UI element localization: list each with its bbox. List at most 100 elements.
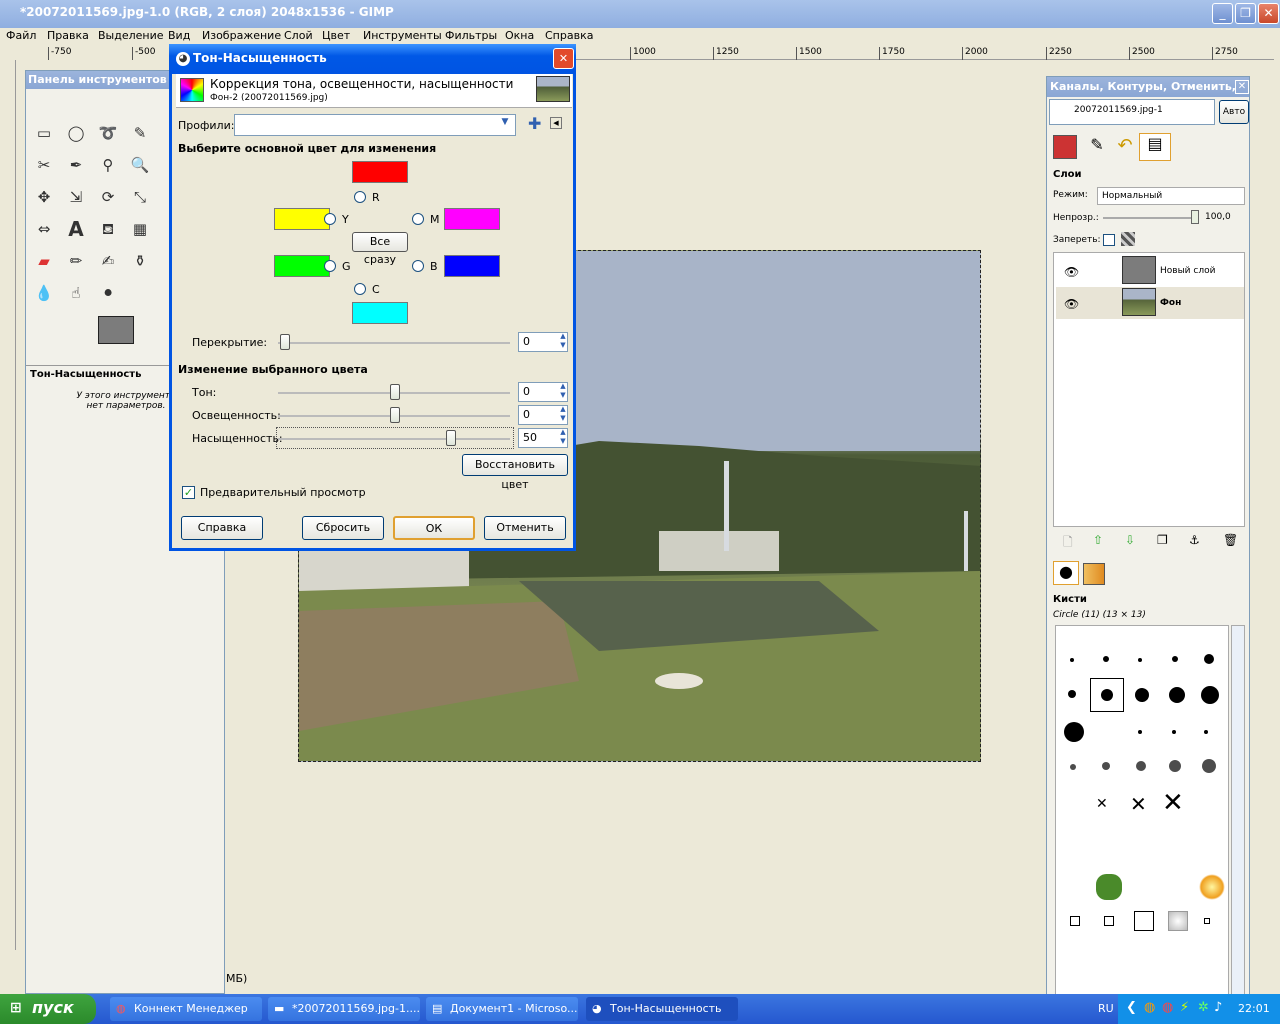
zoom-icon[interactable]: 🔍 [128, 153, 152, 177]
lock-checkbox[interactable] [1103, 234, 1115, 246]
red-label[interactable]: R [372, 191, 380, 204]
brush-item[interactable] [1096, 874, 1122, 900]
layer-row[interactable]: 👁 Фон [1056, 287, 1244, 319]
profile-menu-icon[interactable]: ◀ [550, 117, 562, 129]
paths-icon[interactable]: ✒ [64, 153, 88, 177]
scale-icon[interactable]: ⤡ [128, 185, 152, 209]
raise-layer-icon[interactable]: ⇧ [1093, 533, 1103, 547]
profiles-combobox[interactable]: ▼ [234, 114, 516, 136]
eraser-icon[interactable]: ▰ [32, 249, 56, 273]
brush-item[interactable] [1168, 911, 1188, 931]
brush-item[interactable] [1204, 654, 1214, 664]
brush-item[interactable] [1172, 730, 1176, 734]
brush-item[interactable] [1138, 658, 1142, 662]
brush-item[interactable] [1204, 918, 1210, 924]
add-profile-icon[interactable]: ✚ [528, 114, 541, 133]
menu-filters[interactable]: Фильтры [445, 29, 497, 42]
lightness-slider-knob[interactable] [390, 407, 400, 423]
paths-tab-icon[interactable]: ✎ [1085, 135, 1109, 159]
tray-volume-icon[interactable]: ♪ [1214, 1000, 1222, 1015]
rect-select-icon[interactable]: ▭ [32, 121, 56, 145]
blur-icon[interactable]: 💧 [32, 281, 56, 305]
menu-windows[interactable]: Окна [505, 29, 534, 42]
brush-item[interactable] [1138, 730, 1142, 734]
lock-alpha-icon[interactable] [1121, 232, 1135, 246]
brushes-tab-icon[interactable]: ● [1053, 561, 1079, 585]
gradient-icon[interactable]: ▦ [128, 217, 152, 241]
overlap-slider-knob[interactable] [280, 334, 290, 350]
menu-file[interactable]: Файл [6, 29, 36, 42]
brush-item[interactable] [1201, 686, 1219, 704]
magenta-radio[interactable] [412, 213, 424, 225]
spin-arrows-icon[interactable]: ▲ ▼ [558, 428, 568, 448]
tray-power-icon[interactable]: ⚡ [1180, 1000, 1189, 1015]
brush-scrollbar[interactable] [1231, 625, 1245, 995]
minimize-button[interactable]: _ [1212, 3, 1233, 24]
brush-item[interactable] [1103, 656, 1109, 662]
auto-button[interactable]: Авто [1219, 100, 1249, 124]
brush-item[interactable]: ✕ [1130, 792, 1147, 816]
channels-tab-icon[interactable]: ▤ [1139, 133, 1171, 161]
brush-item[interactable]: ✕ [1162, 788, 1184, 818]
overlap-slider[interactable] [278, 342, 510, 344]
menu-layer[interactable]: Слой [284, 29, 313, 42]
task-button-active[interactable]: ◕ Тон-Насыщенность [586, 997, 738, 1021]
brush-item[interactable]: ✕ [1096, 796, 1108, 812]
maximize-button[interactable]: ❐ [1235, 3, 1256, 24]
text-tool-icon[interactable]: A [64, 217, 88, 241]
yellow-label[interactable]: Y [342, 213, 349, 226]
brush-item[interactable] [1070, 916, 1080, 926]
yellow-radio[interactable] [324, 213, 336, 225]
help-button[interactable]: Справка [181, 516, 263, 540]
saturation-slider-knob[interactable] [446, 430, 456, 446]
task-button[interactable]: ▤ Документ1 - Microso... [426, 997, 578, 1021]
reset-button[interactable]: Сбросить [302, 516, 384, 540]
bucket-fill-icon[interactable]: ⛾ [96, 217, 120, 241]
image-select[interactable]: 20072011569.jpg-1 [1049, 99, 1215, 125]
color-picker-icon[interactable]: ⚲ [96, 153, 120, 177]
menu-help[interactable]: Справка [545, 29, 593, 42]
menu-colors[interactable]: Цвет [322, 29, 350, 42]
brush-item[interactable] [1068, 690, 1076, 698]
flip-icon[interactable]: ⇔ [32, 217, 56, 241]
close-button[interactable]: ✕ [1258, 3, 1279, 24]
tray-arrow-icon[interactable]: ❮ [1126, 1000, 1137, 1015]
brush-item[interactable] [1102, 762, 1110, 770]
move-icon[interactable]: ✥ [32, 185, 56, 209]
layer-row[interactable]: 👁 Новый слой [1056, 255, 1244, 287]
blue-radio[interactable] [412, 260, 424, 272]
all-colors-button[interactable]: Все сразу [352, 232, 408, 266]
brush-grid[interactable]: ✕ ✕ ✕ [1055, 625, 1229, 995]
start-button[interactable]: ⊞ пуск [0, 994, 96, 1024]
green-radio[interactable] [324, 260, 336, 272]
magenta-label[interactable]: M [430, 213, 440, 226]
scissors-select-icon[interactable]: ✂ [32, 153, 56, 177]
eye-icon[interactable]: 👁 [1064, 265, 1079, 279]
spin-arrows-icon[interactable]: ▲ ▼ [558, 405, 568, 425]
brush-item[interactable] [1136, 761, 1146, 771]
duplicate-layer-icon[interactable]: ❐ [1157, 533, 1168, 547]
brush-item[interactable] [1064, 722, 1084, 742]
tray-app-icon[interactable]: ◍ [1162, 1000, 1173, 1015]
spin-arrows-icon[interactable]: ▲ ▼ [558, 382, 568, 402]
menu-tools[interactable]: Инструменты [363, 29, 442, 42]
task-button[interactable]: ◍ Коннект Менеджер [110, 997, 262, 1021]
ellipse-select-icon[interactable]: ◯ [64, 121, 88, 145]
opacity-value[interactable]: 100,0 [1205, 212, 1231, 222]
brush-item[interactable] [1202, 759, 1216, 773]
tray-opera-icon[interactable]: ◍ [1144, 1000, 1155, 1015]
magic-wand-icon[interactable]: ✎ [128, 121, 152, 145]
new-layer-icon[interactable]: 🗋 [1063, 533, 1073, 554]
spin-arrows-icon[interactable]: ▲ ▼ [558, 332, 568, 352]
task-button[interactable]: ▬ *20072011569.jpg-1.... [268, 997, 420, 1021]
chevron-down-icon[interactable]: ▼ [497, 117, 513, 133]
layers-tab-icon[interactable] [1053, 135, 1077, 159]
cyan-radio[interactable] [354, 283, 366, 295]
brush-item[interactable] [1070, 658, 1074, 662]
dodge-burn-icon[interactable]: ⚫ [96, 281, 120, 305]
rotate-icon[interactable]: ⟳ [96, 185, 120, 209]
brush-item[interactable] [1104, 916, 1114, 926]
mode-select[interactable]: Нормальный [1097, 187, 1245, 205]
brush-item[interactable] [1070, 764, 1076, 770]
dock-close-icon[interactable]: ✕ [1235, 80, 1249, 94]
